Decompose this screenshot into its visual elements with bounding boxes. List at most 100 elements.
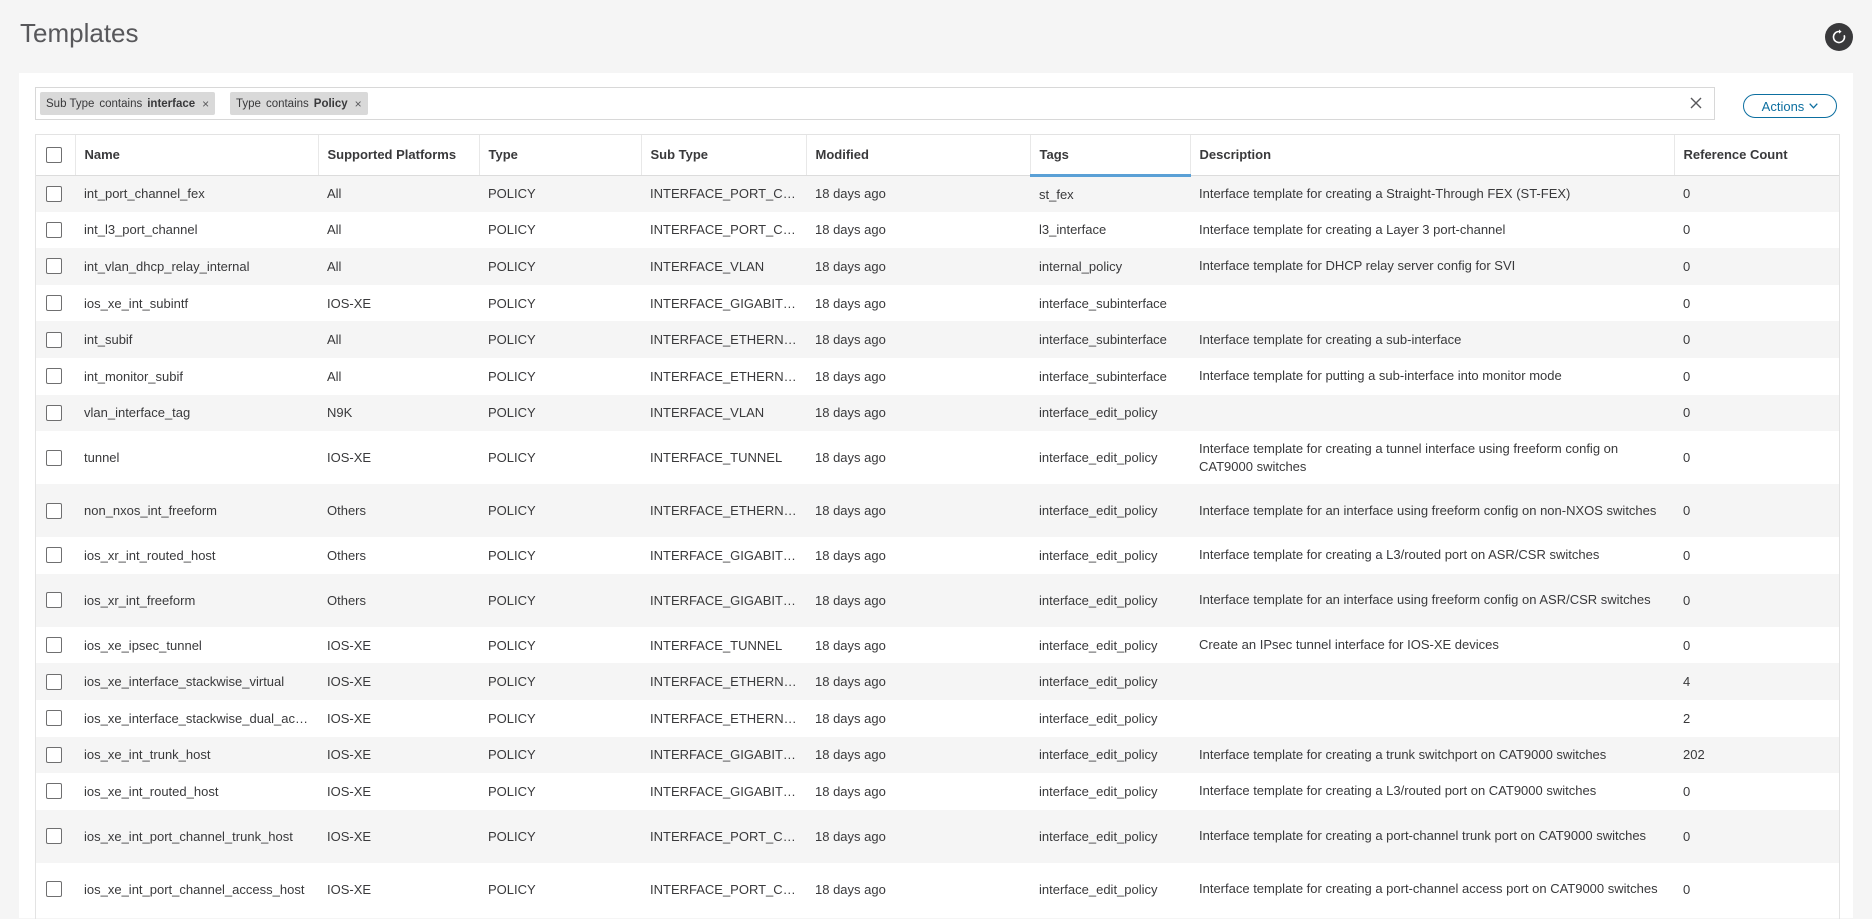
- column-header-name[interactable]: Name: [75, 135, 319, 176]
- cell-refcount: 0: [1683, 828, 1691, 844]
- table-row[interactable]: ios_xe_int_port_channel_access_host IOS-X…: [36, 862, 1839, 916]
- cell-platforms: All: [327, 368, 342, 384]
- cell-refcount: 0: [1683, 186, 1691, 202]
- row-checkbox[interactable]: [46, 258, 62, 275]
- table-row[interactable]: non_nxos_int_freeform Others POLICY INTERFA…: [36, 484, 1839, 538]
- column-header-tags[interactable]: Tags: [1030, 135, 1191, 177]
- column-header-platforms[interactable]: Supported Platforms: [318, 135, 480, 176]
- table-row[interactable]: ios_xe_ipsec_tunnel IOS-XE POLICY INTERFACE…: [36, 626, 1839, 664]
- cell-name[interactable]: ios_xe_int_port_channel_access_host: [75, 863, 318, 916]
- column-header-type[interactable]: Type: [479, 135, 642, 176]
- cell-tags: interface_edit_policy: [1039, 450, 1158, 466]
- actions-button[interactable]: Actions: [1743, 94, 1837, 118]
- table-row[interactable]: int_l3_port_channel All POLICY INTERFACE_PO…: [36, 211, 1839, 249]
- row-checkbox[interactable]: [46, 828, 62, 845]
- table-row[interactable]: int_monitor_subif All POLICY INTERFACE_ETHE…: [36, 357, 1839, 395]
- table-row[interactable]: ios_xe_interface_stackwise_virtual IOS-XE…: [36, 663, 1839, 700]
- cell-name[interactable]: ios_xr_int_freeform: [75, 574, 318, 627]
- cell-description: Interface template for an interface usin…: [1199, 592, 1651, 608]
- cell-platforms: IOS-XE: [327, 450, 372, 466]
- table-row[interactable]: tunnel IOS-XE POLICY INTERFACE_TUNNEL 18 day…: [36, 431, 1839, 485]
- row-checkbox[interactable]: [46, 710, 62, 727]
- row-select-cell: [36, 395, 75, 432]
- cell-subtype: INTERFACE_GIGABITE...: [650, 783, 803, 799]
- clear-filters-button[interactable]: [1686, 93, 1706, 113]
- row-checkbox[interactable]: [46, 185, 62, 202]
- cell-platforms: All: [327, 258, 342, 274]
- row-select-cell: [36, 431, 75, 484]
- filter-bar[interactable]: Sub Type contains interface × Type conta…: [35, 87, 1715, 120]
- cell-name[interactable]: ios_xe_int_routed_host: [75, 773, 318, 810]
- row-checkbox[interactable]: [46, 746, 62, 763]
- table-row[interactable]: ios_xe_int_port_channel_trunk_host IOS-XE…: [36, 809, 1839, 863]
- filter-remove-icon[interactable]: ×: [355, 97, 362, 111]
- cell-name[interactable]: non_nxos_int_freeform: [75, 484, 318, 537]
- cell-refcount: 0: [1683, 258, 1691, 274]
- cell-name[interactable]: int_vlan_dhcp_relay_internal: [75, 248, 318, 285]
- column-header-description[interactable]: Description: [1190, 135, 1675, 176]
- row-checkbox[interactable]: [46, 881, 62, 898]
- cell-platforms: Others: [327, 592, 367, 608]
- cell-name[interactable]: ios_xe_ipsec_tunnel: [75, 627, 318, 664]
- row-checkbox[interactable]: [46, 368, 62, 385]
- cell-modified: 18 days ago: [815, 222, 886, 238]
- cell-modified: 18 days ago: [815, 637, 886, 653]
- cell-name[interactable]: ios_xe_interface_stackwise_dual_active: [75, 700, 318, 737]
- cell-modified: 18 days ago: [815, 186, 886, 202]
- cell-name[interactable]: int_subif: [75, 321, 318, 358]
- cell-tags: interface_edit_policy: [1039, 405, 1158, 421]
- row-checkbox[interactable]: [46, 547, 62, 564]
- row-checkbox[interactable]: [46, 637, 62, 654]
- row-checkbox[interactable]: [46, 295, 62, 312]
- table-row[interactable]: ios_xe_int_trunk_host IOS-XE POLICY INTERFA…: [36, 736, 1839, 774]
- refresh-button[interactable]: [1825, 23, 1853, 51]
- cell-name[interactable]: ios_xe_int_trunk_host: [75, 737, 318, 774]
- cell-name[interactable]: ios_xe_int_port_channel_trunk_host: [75, 810, 318, 863]
- table-row[interactable]: int_subif All POLICY INTERFACE_ETHERNET 18 d…: [36, 321, 1839, 358]
- select-all-checkbox[interactable]: [46, 146, 62, 163]
- cell-name[interactable]: ios_xe_interface_stackwise_virtual: [75, 663, 318, 700]
- table-row[interactable]: vlan_interface_tag N9K POLICY INTERFACE_VLA…: [36, 394, 1839, 432]
- cell-tags: interface_edit_policy: [1039, 710, 1158, 726]
- row-checkbox[interactable]: [46, 331, 62, 348]
- table-row[interactable]: ios_xe_interface_stackwise_dual_active IO…: [36, 699, 1839, 737]
- cell-name[interactable]: int_port_channel_fex: [75, 175, 318, 212]
- cell-name[interactable]: int_monitor_subif: [75, 358, 318, 395]
- table-row[interactable]: int_port_channel_fex All POLICY INTERFACE_P…: [36, 175, 1839, 212]
- table-row[interactable]: ios_xe_int_routed_host IOS-XE POLICY INTERF…: [36, 773, 1839, 810]
- cell-name[interactable]: vlan_interface_tag: [75, 395, 318, 432]
- column-header-refcount[interactable]: Reference Count: [1674, 135, 1839, 176]
- cell-refcount: 0: [1683, 783, 1691, 799]
- row-checkbox[interactable]: [46, 592, 62, 609]
- cell-name[interactable]: tunnel: [75, 431, 318, 484]
- row-checkbox[interactable]: [46, 783, 62, 800]
- column-header-subtype[interactable]: Sub Type: [641, 135, 807, 176]
- cell-name[interactable]: ios_xe_int_subintf: [75, 285, 318, 322]
- table-row[interactable]: ios_xr_int_freeform Others POLICY INTERFACE…: [36, 573, 1839, 627]
- cell-subtype: INTERFACE_ETHERNET: [650, 674, 801, 690]
- row-checkbox[interactable]: [46, 449, 62, 466]
- cell-modified: 18 days ago: [815, 332, 886, 348]
- cell-refcount: 2: [1683, 710, 1691, 726]
- row-select-cell: [36, 248, 75, 285]
- cell-modified: 18 days ago: [815, 747, 886, 763]
- row-checkbox[interactable]: [46, 404, 62, 421]
- row-checkbox[interactable]: [46, 221, 62, 238]
- cell-type: POLICY: [488, 783, 536, 799]
- cell-subtype: INTERFACE_GIGABITE...: [650, 592, 803, 608]
- cell-refcount: 0: [1683, 881, 1691, 897]
- row-checkbox[interactable]: [46, 673, 62, 690]
- cell-subtype: INTERFACE_GIGABITE...: [650, 547, 803, 563]
- column-header-modified[interactable]: Modified: [806, 135, 1031, 176]
- row-checkbox[interactable]: [46, 502, 62, 519]
- table-row[interactable]: int_vlan_dhcp_relay_internal All POLICY INT…: [36, 248, 1839, 285]
- cell-name[interactable]: ios_xr_int_routed_host: [75, 537, 318, 574]
- table-row[interactable]: ios_xe_int_subintf IOS-XE POLICY INTERFACE_…: [36, 284, 1839, 322]
- filter-remove-icon[interactable]: ×: [202, 97, 209, 111]
- cell-refcount: 0: [1683, 222, 1691, 238]
- cell-modified: 18 days ago: [815, 592, 886, 608]
- row-select-cell: [36, 737, 75, 774]
- table-row[interactable]: ios_xr_int_routed_host Others POLICY INTERF…: [36, 537, 1839, 574]
- cell-name[interactable]: int_l3_port_channel: [75, 212, 318, 249]
- cell-tags: interface_edit_policy: [1039, 783, 1158, 799]
